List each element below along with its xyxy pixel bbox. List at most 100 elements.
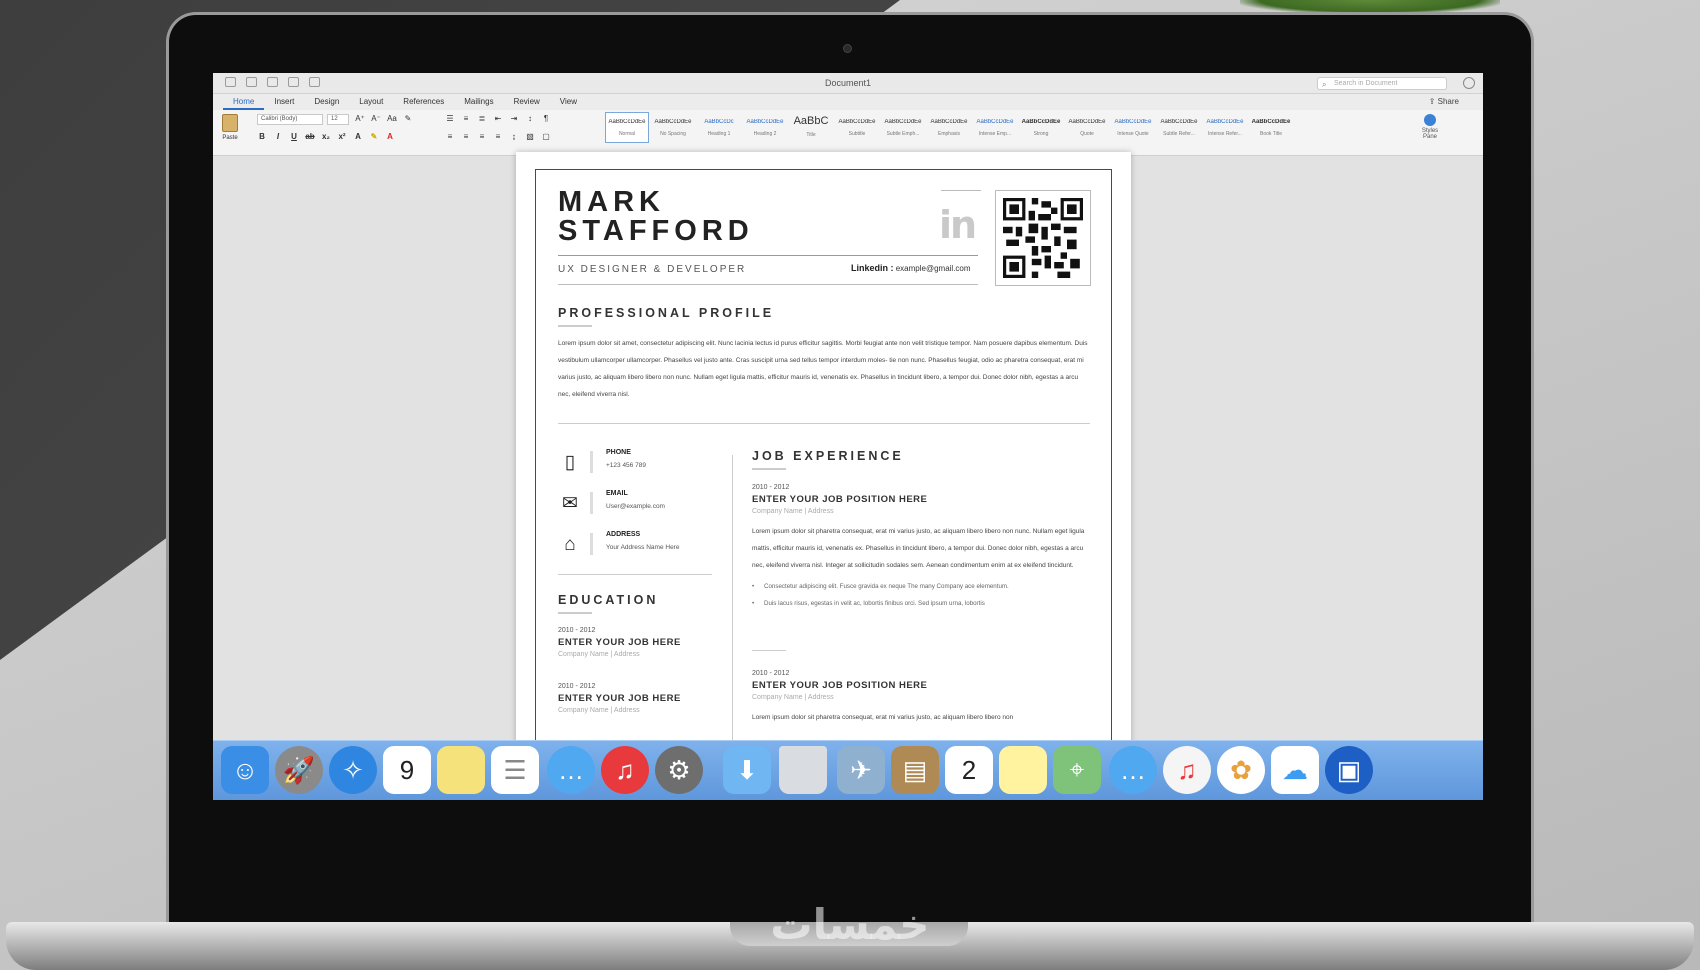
- clear-formatting-icon[interactable]: ✎: [403, 114, 413, 123]
- styles-pane-button[interactable]: Styles Pane: [1417, 114, 1443, 140]
- style-sample: AaBbCcDdEe: [1206, 119, 1244, 125]
- font-name-select[interactable]: Calibri (Body): [257, 114, 323, 125]
- photos-icon[interactable]: ✿: [1217, 746, 1265, 794]
- job-bullet: Duis lacus risus, egestas in velit ac, l…: [752, 595, 1092, 612]
- notes-icon[interactable]: [437, 746, 485, 794]
- messages-icon[interactable]: …: [547, 746, 595, 794]
- shrink-font-icon[interactable]: A⁻: [371, 114, 381, 123]
- sort-icon[interactable]: ↕: [525, 114, 535, 123]
- style-name: Book Title: [1260, 131, 1282, 137]
- style-quote[interactable]: AaBbCcDdEe Quote: [1065, 112, 1109, 143]
- system-preferences-icon[interactable]: ⚙: [655, 746, 703, 794]
- style-subtitle[interactable]: AaBbCcDdEe Subtitle: [835, 112, 879, 143]
- font-color-icon[interactable]: A: [385, 132, 395, 141]
- decrease-indent-icon[interactable]: ⇤: [493, 114, 503, 123]
- music-icon[interactable]: ♫: [1163, 746, 1211, 794]
- style-sample: AaBbCcDdEe: [1021, 119, 1061, 125]
- calendar-icon-2[interactable]: 2: [945, 746, 993, 794]
- trash-icon[interactable]: [779, 746, 827, 794]
- share-icon: ⇪: [1428, 97, 1438, 106]
- style-subtle-emphasis[interactable]: AaBbCcDdEe Subtle Emph...: [881, 112, 925, 143]
- profile-text: Lorem ipsum dolor sit amet, consectetur …: [558, 340, 1088, 398]
- shading-icon[interactable]: ▧: [525, 132, 535, 141]
- text-effects-icon[interactable]: A: [353, 132, 363, 141]
- finder-icon[interactable]: ☺: [221, 746, 269, 794]
- tab-mailings[interactable]: Mailings: [454, 94, 503, 110]
- user-icon[interactable]: [1463, 77, 1475, 89]
- messages-icon-2[interactable]: …: [1109, 746, 1157, 794]
- style-heading-2[interactable]: AaBbCcDdEe Heading 2: [743, 112, 787, 143]
- underline-icon[interactable]: U: [289, 132, 299, 141]
- multilevel-list-icon[interactable]: ≣: [477, 114, 487, 123]
- maps-icon[interactable]: ⌖: [1053, 746, 1101, 794]
- font-size-select[interactable]: 12: [327, 114, 349, 125]
- contacts-icon[interactable]: ▤: [891, 746, 939, 794]
- search-input[interactable]: ⌕ Search in Document: [1317, 77, 1447, 90]
- align-center-icon[interactable]: ≡: [461, 132, 471, 141]
- increase-indent-icon[interactable]: ⇥: [509, 114, 519, 123]
- justify-icon[interactable]: ≡: [493, 132, 503, 141]
- tab-view[interactable]: View: [550, 94, 587, 110]
- style-no-spacing[interactable]: AaBbCcDdEe No Spacing: [651, 112, 695, 143]
- style-emphasis[interactable]: AaBbCcDdEe Emphasis: [927, 112, 971, 143]
- style-strong[interactable]: AaBbCcDdEe Strong: [1019, 112, 1063, 143]
- education-period: 2010 - 2012: [558, 683, 596, 690]
- contact-bar: [590, 492, 593, 514]
- strikethrough-icon[interactable]: ab: [305, 132, 315, 141]
- style-title[interactable]: AaBbC Title: [789, 112, 833, 143]
- numbering-icon[interactable]: ≡: [461, 114, 471, 123]
- style-heading-1[interactable]: AaBbCcDc Heading 1: [697, 112, 741, 143]
- launchpad-icon[interactable]: 🚀: [275, 746, 323, 794]
- italic-icon[interactable]: I: [273, 132, 283, 141]
- reminders-icon[interactable]: ☰: [491, 746, 539, 794]
- style-sample: AaBbCcDdEe: [1160, 119, 1198, 125]
- align-left-icon[interactable]: ≡: [445, 132, 455, 141]
- job-period: 2010 - 2012: [752, 484, 790, 491]
- stickies-icon[interactable]: [999, 746, 1047, 794]
- show-formatting-icon[interactable]: ¶: [541, 114, 551, 123]
- share-button[interactable]: ⇪ Share: [1429, 97, 1459, 106]
- highlight-icon[interactable]: ✎: [369, 132, 379, 141]
- tab-home[interactable]: Home: [223, 94, 265, 110]
- tab-references[interactable]: References: [393, 94, 454, 110]
- education-company: Company Name | Address: [558, 651, 640, 658]
- superscript-icon[interactable]: x²: [337, 132, 347, 141]
- style-intense-reference[interactable]: AaBbCcDdEe Intense Refer...: [1203, 112, 1247, 143]
- borders-icon[interactable]: ▢: [541, 132, 551, 141]
- style-intense-emphasis[interactable]: AaBbCcDdEe Intense Emp...: [973, 112, 1017, 143]
- contact-value: User@example.com: [606, 503, 665, 510]
- job-description: Lorem ipsum dolor sit pharetra consequat…: [752, 528, 1085, 569]
- linkedin-icon: in: [939, 203, 977, 247]
- tab-design[interactable]: Design: [304, 94, 349, 110]
- paragraph-controls-bottom: ≡ ≡ ≡ ≡ ↨ ▧ ▢: [445, 132, 551, 141]
- itunes-icon[interactable]: ♫: [601, 746, 649, 794]
- tab-insert[interactable]: Insert: [264, 94, 304, 110]
- styles-pane-label: Styles Pane: [1421, 128, 1439, 140]
- education-period: 2010 - 2012: [558, 627, 596, 634]
- header-rule-top: [941, 190, 981, 191]
- preview-icon[interactable]: ✈: [837, 746, 885, 794]
- style-intense-quote[interactable]: AaBbCcDdEe Intense Quote: [1111, 112, 1155, 143]
- icloud-icon[interactable]: ☁: [1271, 746, 1319, 794]
- paste-button[interactable]: Paste: [219, 114, 241, 150]
- calendar-icon[interactable]: 9: [383, 746, 431, 794]
- line-spacing-icon[interactable]: ↨: [509, 132, 519, 141]
- tab-layout[interactable]: Layout: [349, 94, 393, 110]
- tab-review[interactable]: Review: [504, 94, 550, 110]
- style-name: Heading 1: [707, 131, 731, 137]
- style-book-title[interactable]: AaBbCcDdEe Book Title: [1249, 112, 1293, 143]
- bold-icon[interactable]: B: [257, 132, 267, 141]
- style-normal[interactable]: AaBbCcDdEe Normal: [605, 112, 649, 143]
- bullets-icon[interactable]: ☰: [445, 114, 455, 123]
- camera-icon: [843, 44, 852, 53]
- safari-icon[interactable]: ✧: [329, 746, 377, 794]
- subscript-icon[interactable]: x₂: [321, 132, 331, 141]
- align-right-icon[interactable]: ≡: [477, 132, 487, 141]
- grow-font-icon[interactable]: A⁺: [355, 114, 365, 123]
- style-subtle-reference[interactable]: AaBbCcDdEe Subtle Refer...: [1157, 112, 1201, 143]
- ribbon-tabs: Home Insert Design Layout References Mai…: [213, 94, 1483, 110]
- style-sample: AaBbCcDdEe: [930, 119, 968, 125]
- change-case-icon[interactable]: Aa: [387, 114, 397, 123]
- video-icon[interactable]: ▣: [1325, 746, 1373, 794]
- downloads-folder-icon[interactable]: ⬇: [723, 746, 771, 794]
